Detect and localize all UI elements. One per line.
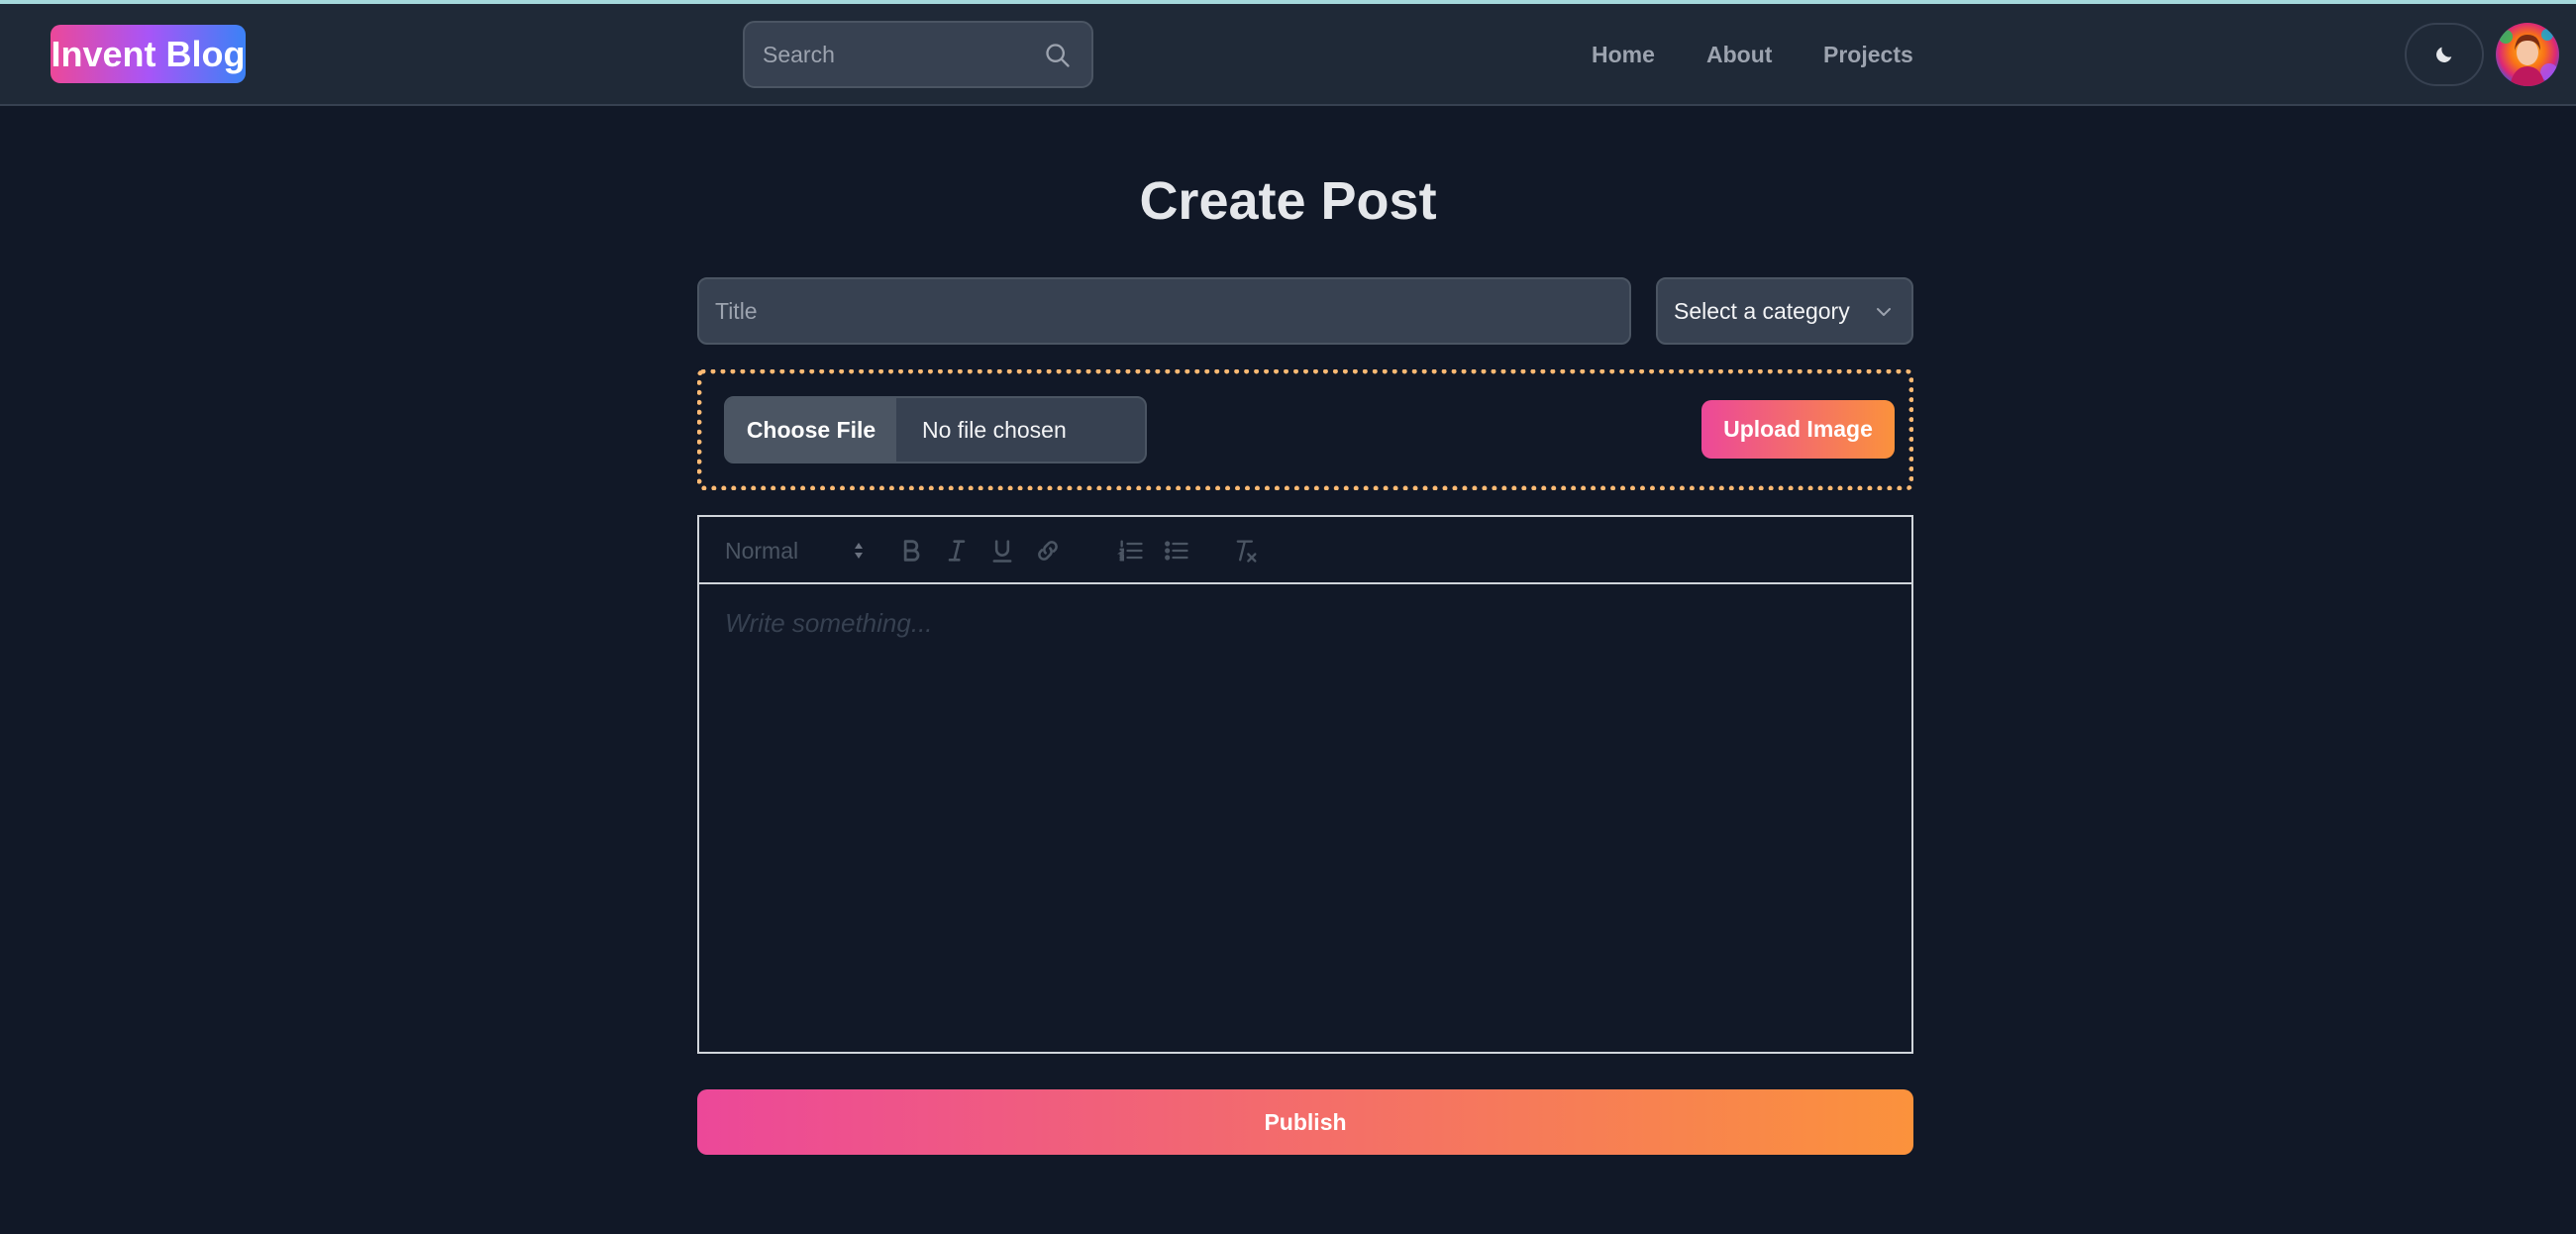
ordered-list-icon[interactable]: [1117, 537, 1145, 565]
bold-icon[interactable]: [897, 537, 925, 565]
format-select-value: Normal: [725, 537, 799, 564]
file-input[interactable]: Choose File No file chosen: [724, 396, 1147, 463]
rich-text-editor: Normal Write something...: [697, 515, 1913, 1054]
title-input[interactable]: [697, 277, 1631, 345]
category-select-value: Select a category: [1674, 297, 1850, 324]
search-icon[interactable]: [1044, 42, 1072, 69]
nav-link-home[interactable]: Home: [1592, 42, 1655, 68]
search-input[interactable]: [745, 23, 1091, 86]
format-select[interactable]: Normal: [725, 535, 872, 566]
search-box: [743, 21, 1093, 88]
italic-icon[interactable]: [943, 537, 971, 565]
underline-icon[interactable]: [988, 537, 1016, 565]
file-status-text: No file chosen: [922, 416, 1067, 443]
editor-toolbar: Normal: [699, 517, 1911, 584]
navbar: Invent Blog Home About Projects: [0, 4, 2576, 106]
upload-image-button[interactable]: Upload Image: [1701, 400, 1895, 459]
editor-placeholder: Write something...: [725, 608, 933, 638]
link-icon[interactable]: [1034, 537, 1062, 565]
avatar[interactable]: [2496, 23, 2559, 86]
clear-format-icon[interactable]: [1232, 537, 1260, 565]
editor-content[interactable]: Write something...: [699, 584, 1911, 1054]
updown-arrows-icon: [855, 543, 863, 559]
nav-link-projects[interactable]: Projects: [1823, 42, 1913, 68]
brand-logo[interactable]: Invent Blog: [51, 25, 246, 83]
page-title: Create Post: [1139, 171, 1437, 231]
moon-icon: [2436, 47, 2452, 62]
nav-link-about[interactable]: About: [1706, 42, 1772, 68]
choose-file-button[interactable]: Choose File: [726, 398, 896, 462]
theme-toggle-button[interactable]: [2405, 23, 2484, 86]
image-upload-area: Choose File No file chosen Upload Image: [697, 369, 1913, 490]
bullet-list-icon[interactable]: [1163, 537, 1190, 565]
publish-button[interactable]: Publish: [697, 1089, 1913, 1155]
avatar-image: [2496, 23, 2559, 86]
category-select[interactable]: Select a category: [1656, 277, 1913, 345]
chevron-down-icon: [1877, 308, 1891, 316]
